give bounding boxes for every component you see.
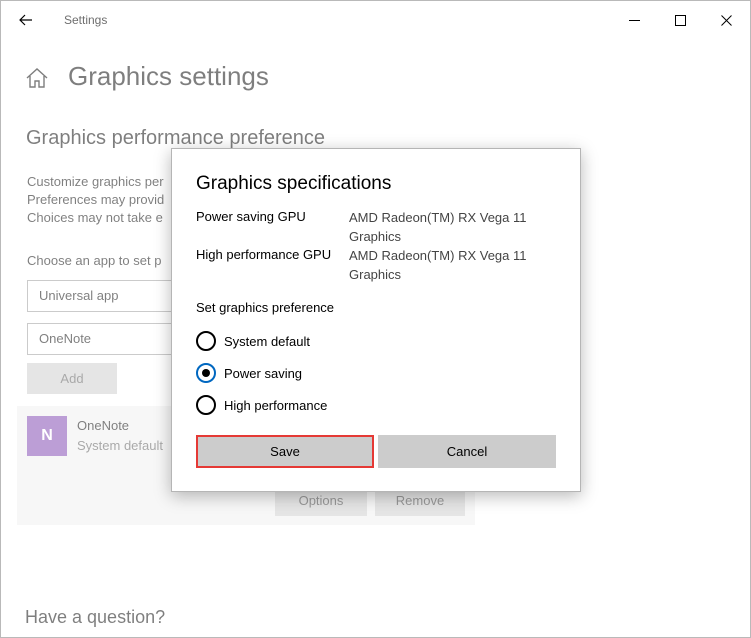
- maximize-icon: [674, 14, 686, 26]
- description-line: Choices may not take e: [27, 210, 163, 225]
- description-text: Customize graphics per Preferences may p…: [27, 173, 177, 227]
- help-heading: Have a question?: [25, 607, 166, 627]
- window-title: Settings: [64, 13, 108, 27]
- save-button[interactable]: Save: [196, 435, 374, 468]
- radio-button-selected[interactable]: [196, 363, 216, 383]
- gpu-name-line: Graphics: [349, 267, 402, 282]
- radio-high-performance[interactable]: High performance: [196, 394, 327, 416]
- app-icon-letter: N: [41, 427, 53, 444]
- back-button[interactable]: [11, 7, 41, 33]
- power-saving-gpu-value: AMD Radeon(TM) RX Vega 11 Graphics: [349, 208, 549, 246]
- close-button[interactable]: [708, 7, 744, 33]
- radio-label: Power saving: [224, 365, 303, 381]
- dialog-title: Graphics specifications: [196, 173, 392, 194]
- high-performance-gpu-value: AMD Radeon(TM) RX Vega 11 Graphics: [349, 246, 549, 284]
- close-icon: [720, 14, 732, 26]
- arrow-left-icon: [19, 14, 32, 26]
- onenote-icon: N: [27, 416, 67, 456]
- gpu-name-line: AMD Radeon(TM) RX Vega 11: [349, 248, 527, 263]
- app-name: OneNote: [77, 418, 130, 433]
- description-line: Customize graphics per: [27, 174, 164, 189]
- choose-app-label: Choose an app to set p: [27, 253, 162, 268]
- title-bar: Settings: [1, 1, 750, 39]
- description-line: Preferences may provid: [27, 192, 165, 207]
- power-saving-gpu-label: Power saving GPU: [196, 209, 306, 224]
- settings-window: Settings Graphics settings Graphics perf…: [0, 0, 751, 638]
- minimize-button[interactable]: [616, 7, 652, 33]
- radio-system-default[interactable]: System default: [196, 330, 310, 352]
- section-title: Graphics performance preference: [26, 127, 326, 149]
- gpu-name-line: Graphics: [349, 229, 402, 244]
- page-title: Graphics settings: [68, 61, 269, 91]
- add-button[interactable]: Add: [27, 363, 117, 394]
- cancel-button[interactable]: Cancel: [378, 435, 556, 468]
- radio-button[interactable]: [196, 395, 216, 415]
- maximize-button[interactable]: [662, 7, 698, 33]
- high-performance-gpu-label: High performance GPU: [196, 247, 332, 262]
- minimize-icon: [628, 19, 640, 21]
- radio-label: High performance: [224, 397, 328, 413]
- radio-button[interactable]: [196, 331, 216, 351]
- radio-label: System default: [224, 333, 310, 349]
- set-preference-label: Set graphics preference: [196, 300, 335, 315]
- app-status: System default: [77, 438, 163, 453]
- gpu-name-line: AMD Radeon(TM) RX Vega 11: [349, 210, 527, 225]
- graphics-specifications-dialog: Graphics specifications Power saving GPU…: [171, 148, 581, 492]
- radio-power-saving[interactable]: Power saving: [196, 362, 302, 384]
- home-icon[interactable]: [24, 65, 50, 91]
